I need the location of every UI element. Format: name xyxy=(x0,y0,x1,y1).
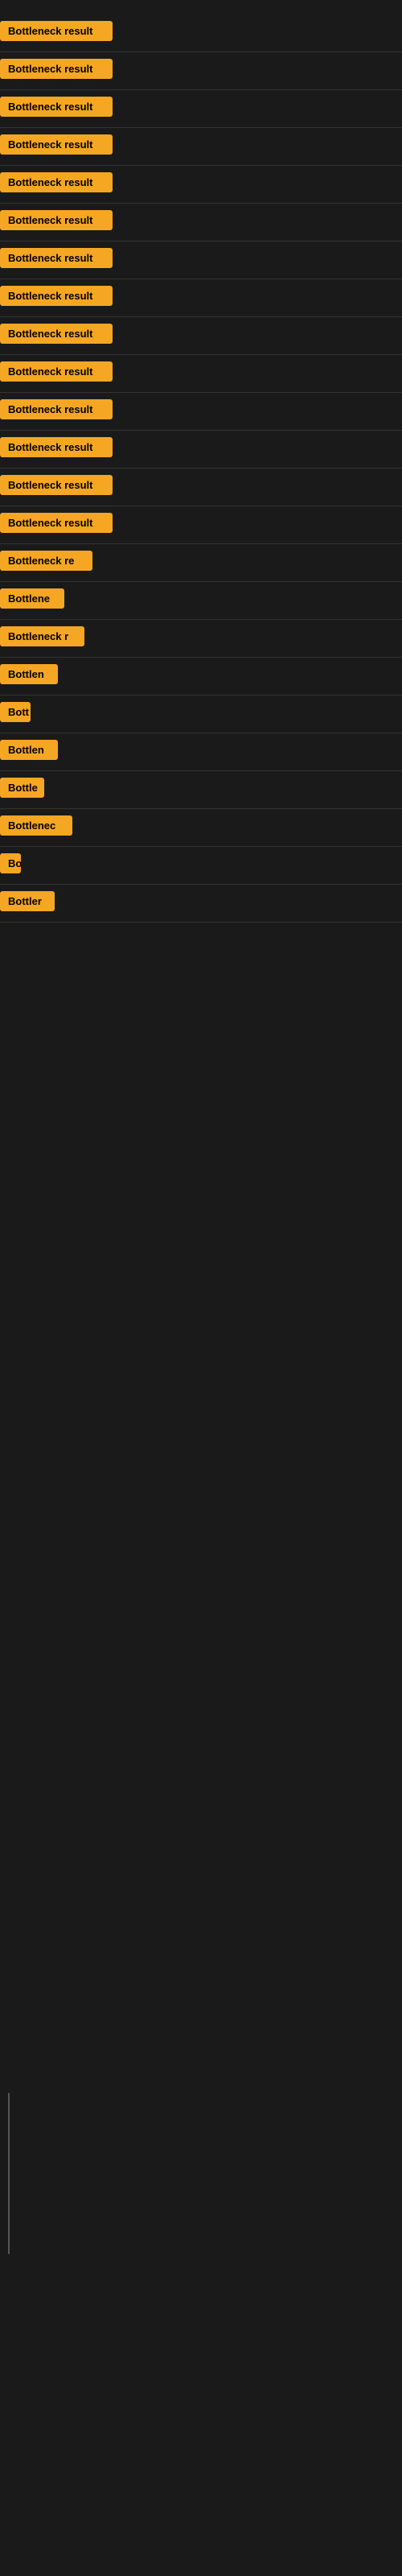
divider xyxy=(0,392,402,393)
bottleneck-badge[interactable]: Bottleneck result xyxy=(0,361,113,382)
list-item: Bottleneck result xyxy=(0,281,402,315)
divider xyxy=(0,581,402,582)
bottleneck-badge[interactable]: Bottleneck r xyxy=(0,626,84,646)
site-title xyxy=(0,0,402,16)
bottleneck-badge[interactable]: Bottleneck result xyxy=(0,324,113,344)
divider xyxy=(0,846,402,847)
divider xyxy=(0,241,402,242)
list-item: Bottlen xyxy=(0,735,402,769)
list-item: Bottle xyxy=(0,773,402,807)
bottleneck-badge[interactable]: Bottleneck result xyxy=(0,172,113,192)
list-item: Bottleneck result xyxy=(0,432,402,466)
divider xyxy=(0,127,402,128)
list-item: Bottlene xyxy=(0,584,402,617)
bottleneck-badge[interactable]: Bottle xyxy=(0,778,44,798)
list-item: Bottleneck result xyxy=(0,508,402,542)
bottleneck-badge[interactable]: Bottleneck result xyxy=(0,399,113,419)
bottleneck-badge[interactable]: Bottleneck re xyxy=(0,551,92,571)
list-item: Bott xyxy=(0,697,402,731)
divider xyxy=(0,543,402,544)
divider xyxy=(0,430,402,431)
bottleneck-badge[interactable]: Bottleneck result xyxy=(0,21,113,41)
bottleneck-badge[interactable]: Bottleneck result xyxy=(0,97,113,117)
divider xyxy=(0,468,402,469)
list-item: Bottleneck result xyxy=(0,16,402,50)
divider xyxy=(0,657,402,658)
list-item: Bottleneck re xyxy=(0,546,402,580)
divider xyxy=(0,808,402,809)
list-item: Bottleneck result xyxy=(0,167,402,201)
list-item: Bottleneck r xyxy=(0,621,402,655)
list-item: Bottleneck result xyxy=(0,54,402,88)
bottleneck-badge[interactable]: Bottler xyxy=(0,891,55,911)
list-item: Bottleneck result xyxy=(0,394,402,428)
divider xyxy=(0,203,402,204)
bottleneck-badge[interactable]: Bottlen xyxy=(0,664,58,684)
bottleneck-badge[interactable]: Bottleneck result xyxy=(0,248,113,268)
bottleneck-badge[interactable]: Bottleneck result xyxy=(0,210,113,230)
divider xyxy=(0,619,402,620)
divider xyxy=(0,695,402,696)
bottleneck-badge[interactable]: Bottlene xyxy=(0,588,64,609)
list-item: Bottlenec xyxy=(0,811,402,844)
bottleneck-badge[interactable]: Bottleneck result xyxy=(0,475,113,495)
bottleneck-badge[interactable]: Bottleneck result xyxy=(0,513,113,533)
divider xyxy=(0,316,402,317)
divider xyxy=(0,165,402,166)
bottleneck-badge[interactable]: Bo xyxy=(0,853,21,873)
list-item: Bottleneck result xyxy=(0,319,402,353)
bottleneck-badge[interactable]: Bottleneck result xyxy=(0,437,113,457)
bottleneck-badge[interactable]: Bottleneck result xyxy=(0,134,113,155)
list-item: Bottleneck result xyxy=(0,470,402,504)
divider xyxy=(0,770,402,771)
list-item: Bottlen xyxy=(0,659,402,693)
list-item: Bottler xyxy=(0,886,402,920)
page-container: Bottleneck result Bottleneck result Bottle… xyxy=(0,0,402,923)
vertical-line-decoration xyxy=(8,2093,10,2254)
bottleneck-badge[interactable]: Bottlen xyxy=(0,740,58,760)
list-item: Bo xyxy=(0,848,402,882)
divider xyxy=(0,89,402,90)
list-item: Bottleneck result xyxy=(0,243,402,277)
bottleneck-badge[interactable]: Bottlenec xyxy=(0,815,72,836)
items-list: Bottleneck result Bottleneck result Bottle… xyxy=(0,16,402,923)
divider xyxy=(0,922,402,923)
list-item: Bottleneck result xyxy=(0,130,402,163)
bottleneck-badge[interactable]: Bottleneck result xyxy=(0,286,113,306)
divider xyxy=(0,354,402,355)
list-item: Bottleneck result xyxy=(0,92,402,126)
list-item: Bottleneck result xyxy=(0,205,402,239)
divider xyxy=(0,884,402,885)
list-item: Bottleneck result xyxy=(0,357,402,390)
bottleneck-badge[interactable]: Bottleneck result xyxy=(0,59,113,79)
bottleneck-badge[interactable]: Bott xyxy=(0,702,31,722)
